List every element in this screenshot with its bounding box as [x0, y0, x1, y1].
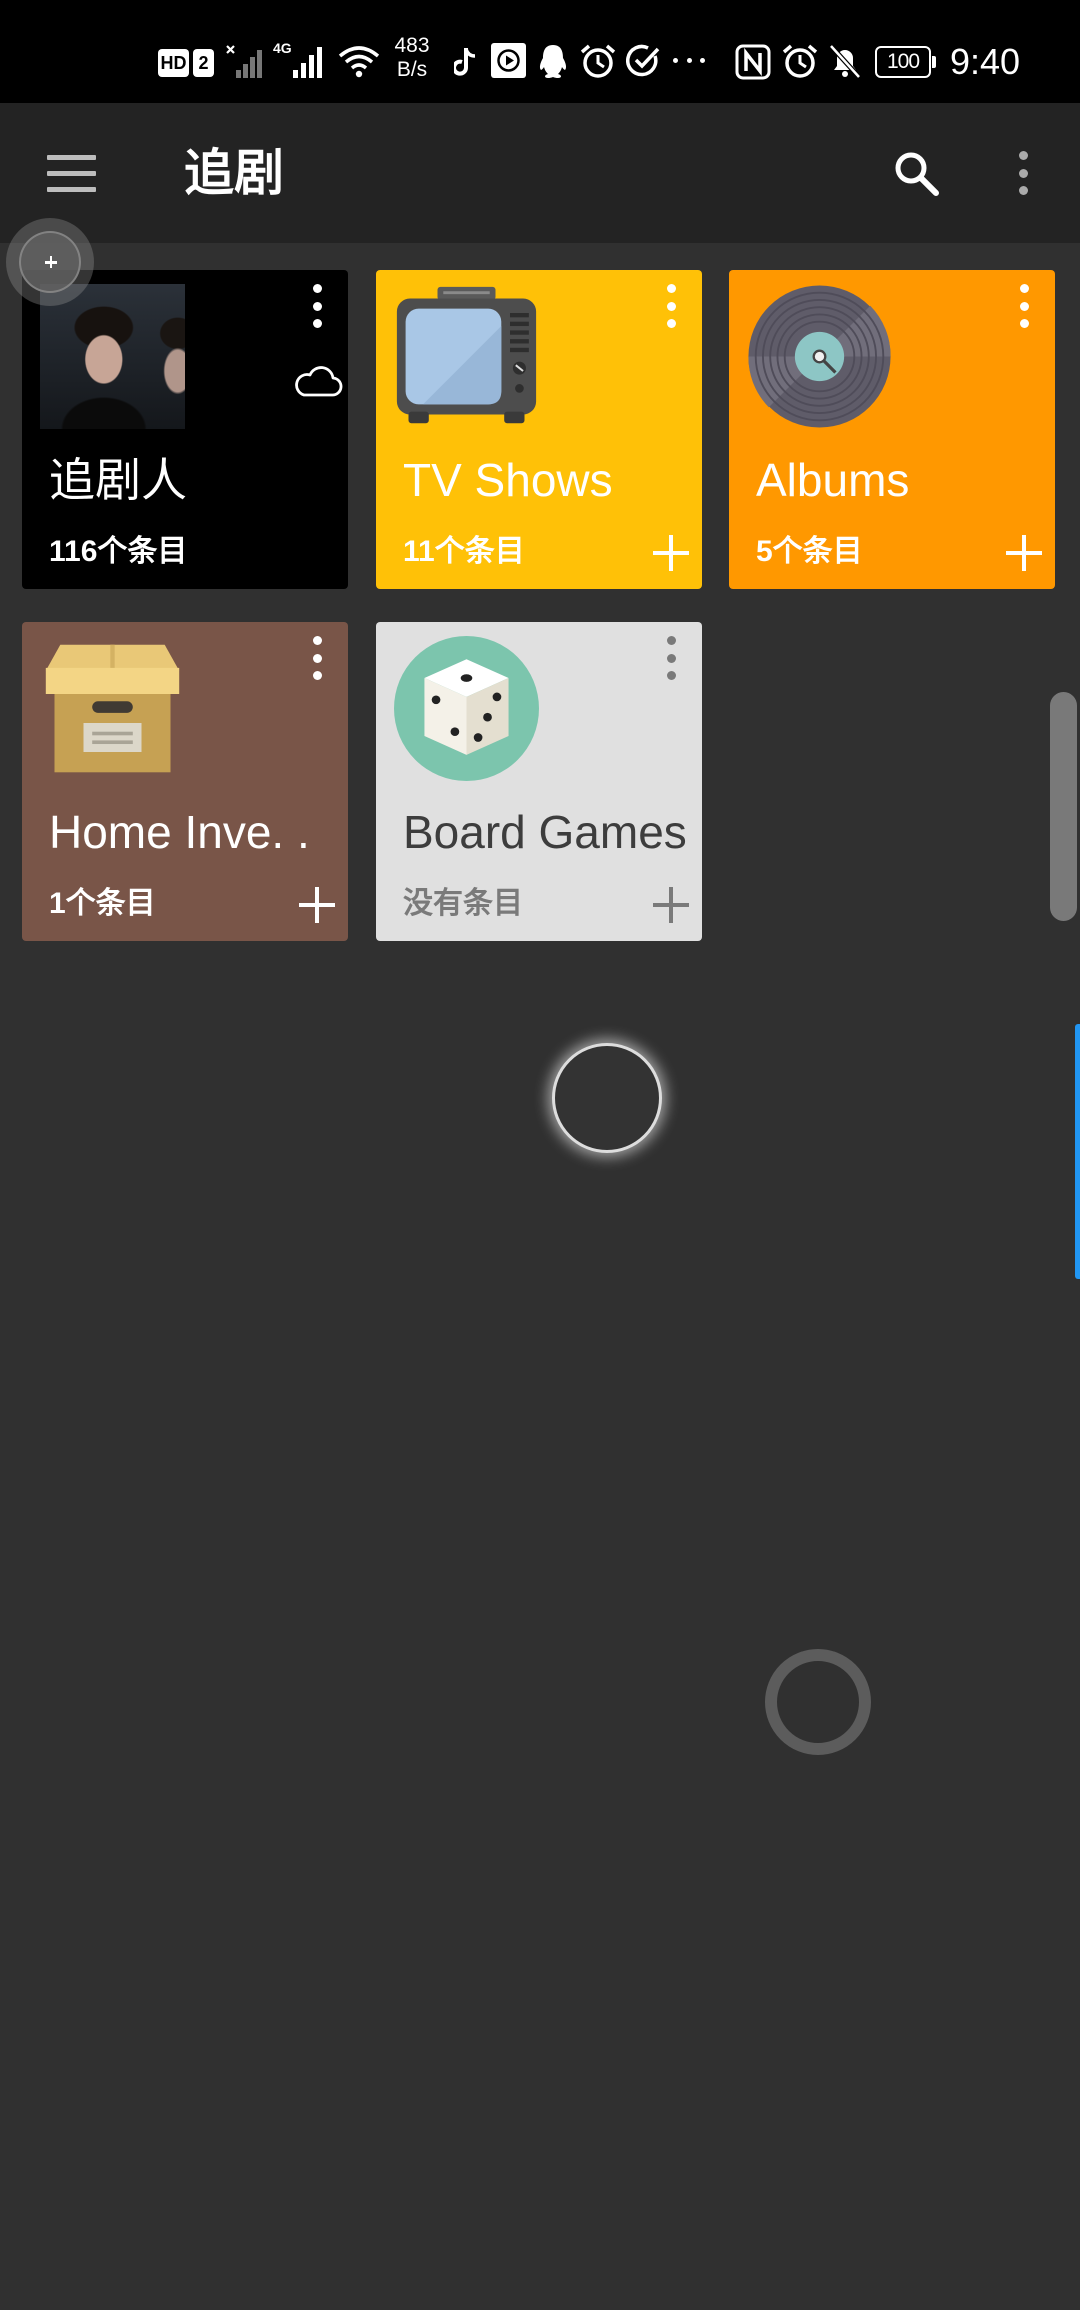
app-screen: HD 2 4G 483 B/s 100 9:40 追剧 追剧人 116个条目 T…	[0, 0, 1080, 2310]
card-more-icon[interactable]	[297, 636, 337, 680]
collection-title: Albums	[756, 454, 910, 506]
sim-badge: 2	[193, 49, 214, 77]
collection-title: Home Inve. .	[49, 806, 310, 858]
collection-title: 追剧人	[49, 454, 187, 506]
signal-4g-icon: 4G	[273, 40, 331, 80]
task-check-icon	[626, 44, 660, 78]
card-more-icon[interactable]	[651, 284, 691, 328]
collection-count: 1个条目	[49, 887, 156, 920]
net-speed: 483 B/s	[390, 34, 434, 82]
cardboard-box-icon	[40, 636, 185, 781]
card-more-icon[interactable]	[651, 636, 691, 680]
plus-icon	[19, 231, 81, 293]
floating-assist-button[interactable]	[6, 218, 94, 306]
battery-level: 100	[886, 50, 920, 73]
collection-count: 5个条目	[756, 535, 863, 568]
add-item-icon[interactable]	[1006, 535, 1042, 571]
collection-card[interactable]: Home Inve. . 1个条目	[22, 622, 348, 941]
edge-panel-handle[interactable]	[1075, 1024, 1080, 1279]
collection-count: 11个条目	[403, 535, 525, 568]
menu-icon[interactable]	[47, 155, 96, 193]
tiktok-icon	[452, 46, 476, 78]
add-item-icon[interactable]	[653, 887, 689, 923]
alarm-icon	[781, 43, 819, 80]
nfc-icon	[735, 44, 771, 80]
card-more-icon[interactable]	[1004, 284, 1044, 328]
collection-title: TV Shows	[403, 454, 613, 506]
signal-no-service-icon	[225, 44, 265, 80]
more-vert-icon[interactable]	[1013, 151, 1033, 195]
qq-icon	[536, 43, 570, 80]
vinyl-record-icon	[747, 284, 892, 429]
cover-photo	[40, 284, 185, 429]
cloud-icon	[292, 363, 344, 399]
add-item-icon[interactable]	[299, 887, 335, 923]
touch-indicator	[765, 1649, 871, 1755]
mute-bell-icon	[828, 43, 862, 80]
more-notifications-icon	[673, 58, 705, 66]
card-more-icon[interactable]	[297, 284, 337, 328]
hd-badge: HD	[158, 49, 189, 77]
collection-card[interactable]: TV Shows 11个条目	[376, 270, 702, 589]
net-speed-unit: B/s	[396, 58, 428, 81]
search-icon[interactable]	[892, 149, 940, 197]
status-bar: HD 2 4G 483 B/s 100 9:40	[0, 0, 1080, 103]
add-item-icon[interactable]	[653, 535, 689, 571]
tv-icon	[394, 284, 539, 429]
dice-icon	[394, 636, 539, 781]
collection-count: 116个条目	[49, 535, 188, 568]
collection-card[interactable]: Board Games 没有条目	[376, 622, 702, 941]
video-player-icon	[491, 43, 526, 78]
touch-indicator	[552, 1043, 662, 1153]
collection-card[interactable]: Albums 5个条目	[729, 270, 1055, 589]
page-title: 追剧	[184, 145, 284, 201]
collection-count: 没有条目	[403, 887, 523, 920]
collection-card[interactable]: 追剧人 116个条目	[22, 270, 348, 589]
net-speed-value: 483	[394, 34, 430, 57]
wifi-icon	[337, 44, 381, 78]
alarm-clock-icon	[580, 43, 616, 80]
battery-icon: 100	[875, 46, 937, 78]
clock: 9:40	[950, 41, 1021, 82]
app-bar: 追剧	[0, 103, 1080, 243]
scrollbar-thumb[interactable]	[1050, 692, 1077, 921]
collection-title: Board Games	[403, 806, 687, 858]
